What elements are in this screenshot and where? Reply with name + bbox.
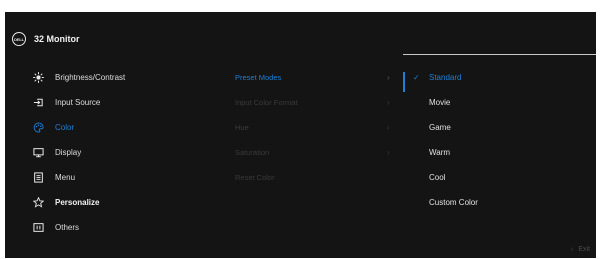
monitor-title: 32 Monitor (34, 34, 80, 44)
star-icon (33, 196, 44, 208)
selection-divider (403, 72, 405, 92)
submenu-item-hue[interactable]: Hue › (235, 117, 395, 137)
menu-icon (33, 171, 44, 183)
chevron-right-icon: › (387, 122, 390, 132)
dell-logo: DELL (12, 32, 26, 46)
others-icon (33, 222, 44, 233)
submenu-item-preset-modes[interactable]: Preset Modes › (235, 67, 395, 87)
menu-item-color[interactable]: Color (5, 117, 215, 137)
osd-header: DELL 32 Monitor (5, 12, 596, 52)
submenu-item-input-color-format[interactable]: Input Color Format › (235, 92, 395, 112)
menu-item-personalize[interactable]: Personalize (5, 192, 215, 212)
menu-item-display[interactable]: Display (5, 142, 215, 162)
option-standard[interactable]: ✓ Standard (413, 67, 593, 87)
chevron-right-icon: › (387, 72, 390, 82)
option-warm[interactable]: Warm (413, 142, 593, 162)
submenu-item-saturation[interactable]: Saturation › (235, 142, 395, 162)
option-game[interactable]: Game (413, 117, 593, 137)
header-divider (403, 54, 596, 55)
option-cool[interactable]: Cool (413, 167, 593, 187)
chevron-left-icon: ‹ (570, 246, 574, 253)
monitor-osd: DELL 32 Monitor Brightness/Contrast Inpu… (5, 12, 596, 258)
display-icon (33, 147, 44, 158)
submenu-item-reset-color[interactable]: Reset Color (235, 167, 395, 187)
exit-label: Exit (578, 246, 590, 253)
menu-item-menu[interactable]: Menu (5, 167, 215, 187)
menu-item-input-source[interactable]: Input Source (5, 92, 215, 112)
menu-item-brightness-contrast[interactable]: Brightness/Contrast (5, 67, 215, 87)
checkmark-icon: ✓ (413, 72, 420, 82)
exit-button[interactable]: ‹ Exit (571, 246, 590, 253)
input-source-icon (33, 97, 44, 108)
chevron-right-icon: › (387, 97, 390, 107)
color-palette-icon (33, 121, 44, 133)
option-custom-color[interactable]: Custom Color (413, 192, 593, 212)
brightness-icon (33, 71, 44, 83)
chevron-right-icon: › (387, 147, 390, 157)
option-movie[interactable]: Movie (413, 92, 593, 112)
menu-item-others[interactable]: Others (5, 217, 215, 237)
